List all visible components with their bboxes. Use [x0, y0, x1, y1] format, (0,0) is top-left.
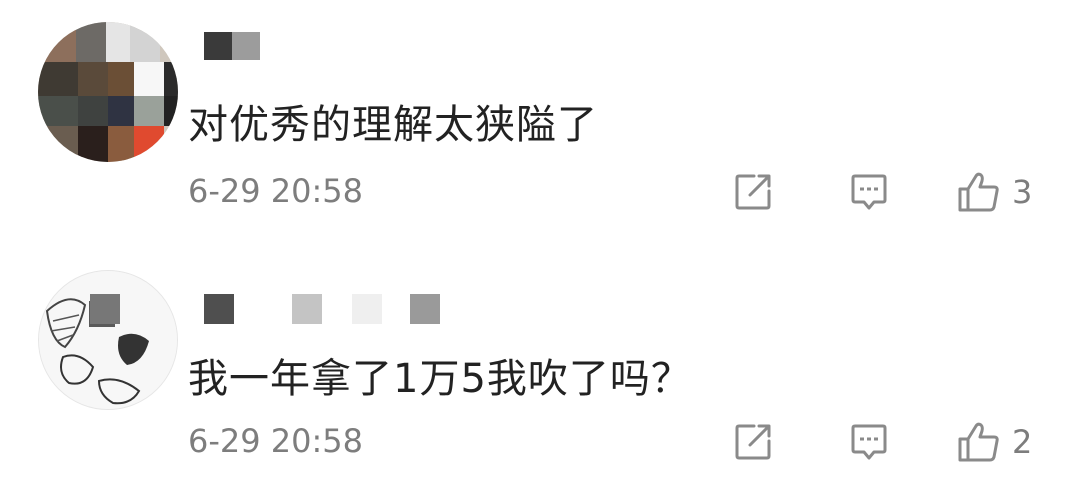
share-icon: [735, 174, 771, 210]
like-count: 3: [1012, 173, 1033, 211]
reply-button[interactable]: [848, 170, 892, 214]
comment-text: 对优秀的理解太狭隘了: [188, 102, 598, 148]
avatar[interactable]: [38, 270, 178, 410]
reply-icon: [851, 174, 887, 210]
comment-text: 我一年拿了1万5我吹了吗？: [188, 356, 692, 402]
comment-item: 我一年拿了1万5我吹了吗？ 6-29 20:58 2: [0, 262, 1080, 477]
like-button[interactable]: 3: [956, 170, 1056, 214]
avatar-illustration: [39, 271, 177, 409]
comment-item: 对优秀的理解太狭隘了 6-29 20:58 3: [0, 0, 1080, 240]
like-button[interactable]: 2: [956, 420, 1056, 464]
thumbs-up-icon: [958, 172, 999, 212]
timestamp: 6-29 20:58: [188, 422, 364, 460]
avatar[interactable]: [38, 22, 178, 162]
thumbs-up-icon: [958, 422, 999, 462]
timestamp: 6-29 20:58: [188, 172, 364, 210]
reply-icon: [851, 424, 887, 460]
like-count: 2: [1012, 423, 1033, 461]
share-button[interactable]: [732, 420, 776, 464]
share-icon: [735, 424, 771, 460]
reply-button[interactable]: [848, 420, 892, 464]
share-button[interactable]: [732, 170, 776, 214]
